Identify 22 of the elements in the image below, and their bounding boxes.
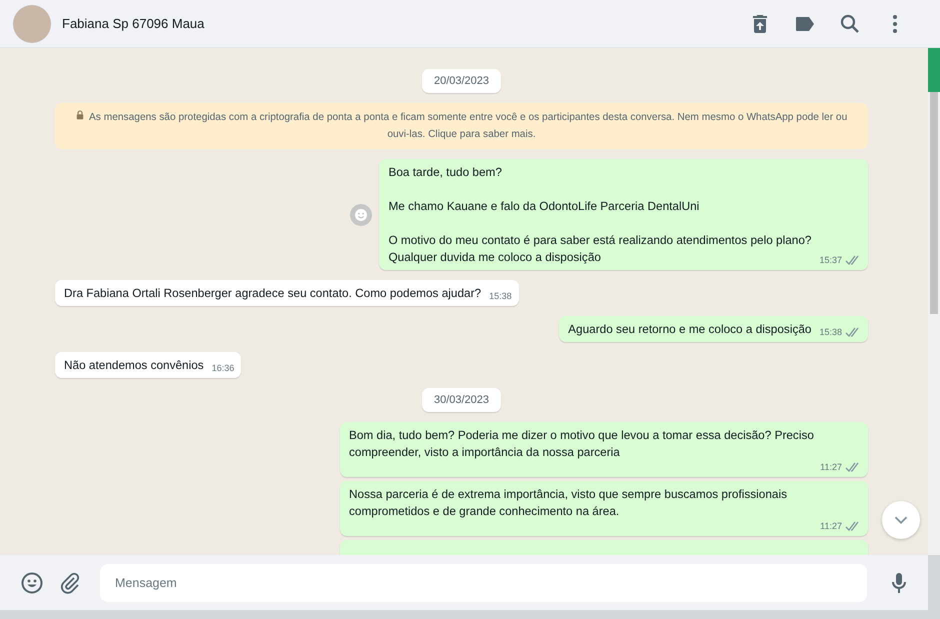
message-text: Não atendemos convênios xyxy=(64,357,204,374)
encryption-notice[interactable]: As mensagens são protegidas com a criptografia de ponta a ponta e ficam somente entre você e os participantes desta conversa. Nem mesmo o WhatsApp pode ler ou ouvi-las. Clique para saber mais. xyxy=(55,103,868,149)
message-text: Dra Fabiana Ortali Rosenberger agradece seu contato. Como podemos ajudar? xyxy=(64,285,482,302)
message-time: 11:27 xyxy=(820,520,842,532)
scrollbar[interactable] xyxy=(928,48,940,555)
message-time: 15:38 xyxy=(819,326,842,338)
message-time: 11:27 xyxy=(820,461,842,473)
contact-name[interactable]: Fabiana Sp 67096 Maua xyxy=(62,16,204,31)
message-input[interactable]: Mensagem xyxy=(100,564,867,602)
lock-icon xyxy=(76,110,84,120)
emoji-icon[interactable] xyxy=(20,570,44,594)
message-text: Bom dia, tudo bem? Poderia me dizer o motivo que levou a tomar essa decisão? Preciso compreender, visto a importância da nossa parceria xyxy=(349,427,815,461)
message-text: Nossa parceria é de extrema importância, visto que sempre buscamos profissionais comprometidos e de grande conhecimento na área. xyxy=(349,486,788,520)
message-text: Boa tarde, tudo bem? Me chamo Kauane e falo da OdontoLife Parceria DentalUni O motivo do meu contato é para saber está realizando atendimentos pelo plano? Qualquer duvida me coloco a disposição xyxy=(388,164,812,266)
date-label: 20/03/2023 xyxy=(422,69,502,93)
message-time: 15:38 xyxy=(489,290,512,302)
date-label: 30/03/2023 xyxy=(422,388,502,412)
attach-icon[interactable] xyxy=(58,570,82,594)
notice-text: As mensagens são protegidas com a criptografia de ponta a ponta e ficam somente entre você e os participantes desta conversa. Nem mesmo o WhatsApp pode ler ou ouvi-las. Clique para saber mais. xyxy=(89,112,848,140)
message-text: Aguardo seu retorno e me coloco a disposição xyxy=(568,321,812,338)
message-time: 16:36 xyxy=(212,362,234,374)
message-time: 15:37 xyxy=(819,254,842,266)
